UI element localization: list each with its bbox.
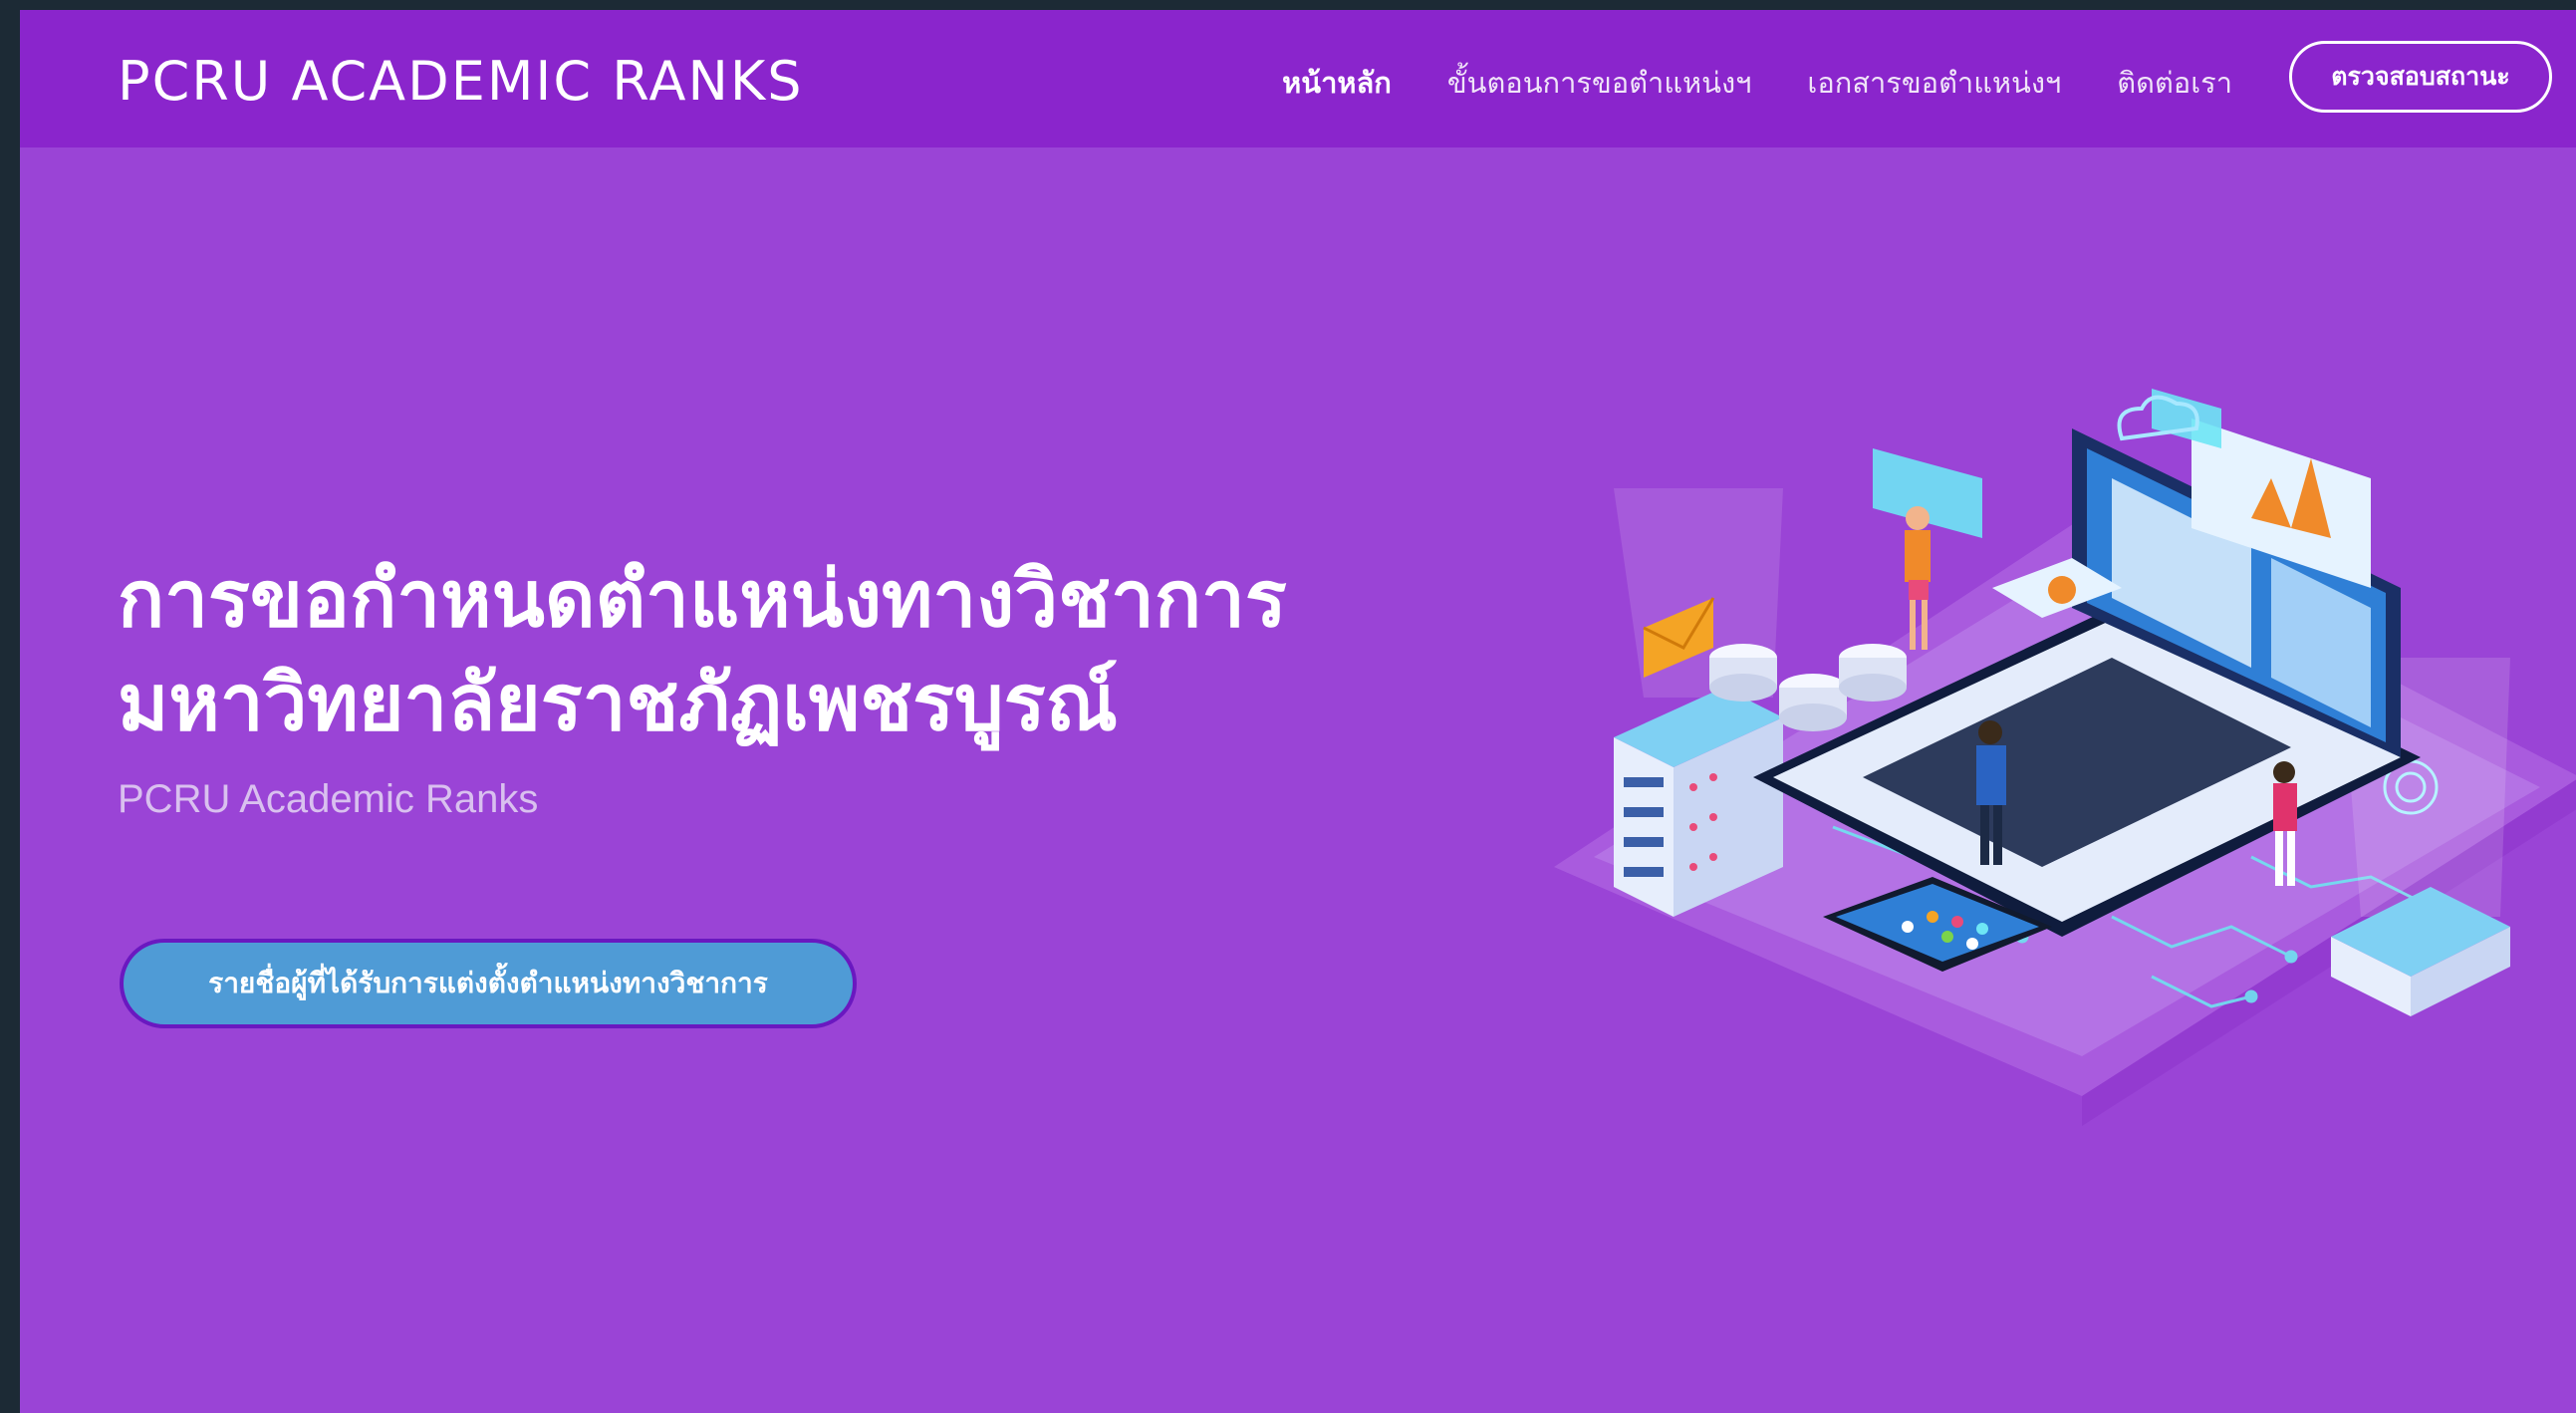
nav-links: หน้าหลัก ขั้นตอนการขอตำแหน่งฯ เอกสารขอตำ… <box>1282 60 2232 106</box>
appointed-list-button[interactable]: รายชื่อผู้ที่ได้รับการแต่งตั้งตำแหน่งทาง… <box>120 939 857 1028</box>
nav-link-contact[interactable]: ติดต่อเรา <box>2117 60 2232 106</box>
hero-title-line-2: มหาวิทยาลัยราชภัฏเพชรบูรณ์ <box>118 659 1118 748</box>
nav-link-documents[interactable]: เอกสารขอตำแหน่งฯ <box>1807 60 2061 106</box>
server-left <box>1614 488 1783 917</box>
hero-title-line-1: การขอกำหนดตำแหน่งทางวิชาการ <box>118 555 1287 645</box>
nav-link-home[interactable]: หน้าหลัก <box>1282 60 1392 106</box>
isometric-technology-illustration <box>1554 389 2576 1126</box>
nav-link-procedure[interactable]: ขั้นตอนการขอตำแหน่งฯ <box>1447 60 1752 106</box>
check-status-button[interactable]: ตรวจสอบสถานะ <box>2289 41 2552 113</box>
hero-subtitle: PCRU Academic Ranks <box>118 777 539 821</box>
brand-logo-text[interactable]: PCRU ACADEMIC RANKS <box>118 50 804 113</box>
hero-title: การขอกำหนดตำแหน่งทางวิชาการ มหาวิทยาลัยร… <box>118 548 1512 755</box>
page: PCRU ACADEMIC RANKS หน้าหลัก ขั้นตอนการข… <box>20 10 2576 1413</box>
navbar: PCRU ACADEMIC RANKS หน้าหลัก ขั้นตอนการข… <box>20 10 2576 147</box>
